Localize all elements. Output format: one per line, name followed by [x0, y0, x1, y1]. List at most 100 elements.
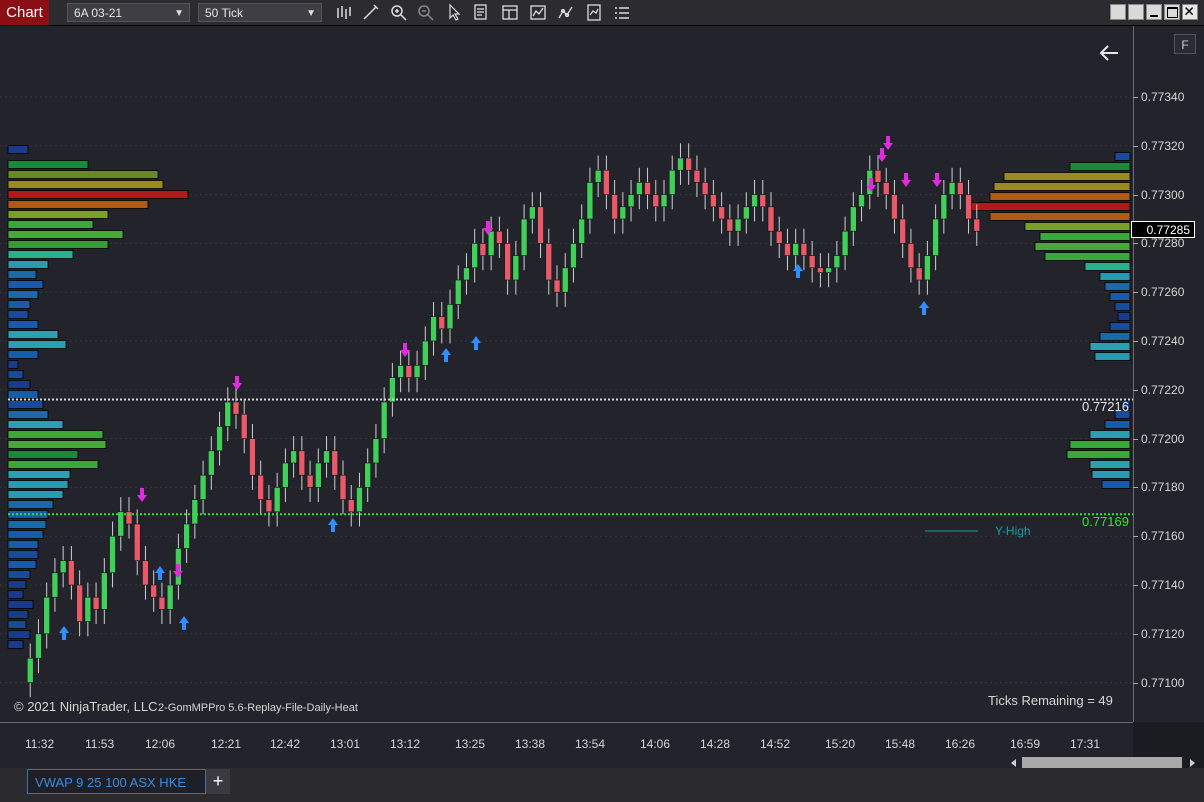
candle-body	[166, 584, 174, 610]
time-tick: 13:54	[575, 737, 606, 751]
time-tick: 16:26	[945, 737, 976, 751]
time-tick: 13:38	[515, 737, 546, 751]
sell-arrow-icon	[932, 173, 942, 187]
bar-type-icon[interactable]	[334, 3, 354, 22]
volume-profile-bar	[7, 530, 44, 539]
candle-body	[249, 438, 256, 476]
candle-body	[463, 267, 470, 281]
volume-profile-bar	[7, 340, 67, 349]
candle-body	[199, 474, 207, 500]
maximize-button[interactable]	[1164, 4, 1180, 20]
indicator-label: 2-GomMPPro 5.6-Replay-File-Daily-Heat	[158, 702, 358, 714]
left-arrow-icon[interactable]	[1098, 44, 1120, 62]
pointer-icon[interactable]	[444, 3, 464, 22]
candle-body	[660, 194, 668, 208]
period-selector[interactable]: 50 Tick ▼	[198, 3, 322, 22]
volume-profile-bar	[7, 440, 107, 449]
volume-profile-bar	[7, 580, 27, 589]
time-tick: 17:31	[1070, 737, 1101, 751]
candle-body	[51, 572, 59, 598]
price-tick-mark	[1133, 97, 1138, 98]
price-axis[interactable]	[1133, 26, 1204, 722]
ticks-remaining: Ticks Remaining = 49	[988, 693, 1113, 708]
candle-body	[372, 438, 380, 464]
candle-body	[471, 243, 478, 269]
candle-body	[570, 243, 577, 269]
volume-profile-bar	[1024, 222, 1131, 231]
volume-profile-bar	[7, 460, 99, 469]
candle-body	[487, 230, 495, 256]
buy-arrow-icon	[155, 566, 165, 580]
candle-body	[422, 340, 429, 366]
candle-body	[347, 499, 355, 513]
chart-trader-icon[interactable]	[500, 3, 520, 22]
candle-body	[520, 218, 528, 256]
sell-arrow-icon	[883, 136, 893, 150]
volume-profile-bar	[1069, 162, 1131, 171]
candle-body	[26, 657, 34, 683]
volume-profile-bar	[7, 260, 49, 269]
time-tick: 13:25	[455, 737, 486, 751]
time-tick: 14:28	[700, 737, 731, 751]
strategies-icon[interactable]	[556, 3, 576, 22]
candle-body	[35, 633, 42, 659]
volume-profile-bar	[7, 270, 37, 279]
volume-profile-bar	[7, 490, 64, 499]
volume-profile-bar	[7, 630, 31, 639]
candle-body	[273, 487, 281, 513]
chevron-down-icon: ▼	[174, 8, 184, 19]
white-line-price: 0.77216	[1082, 399, 1129, 414]
candle-body	[224, 401, 232, 427]
window-snap-button[interactable]	[1128, 4, 1144, 20]
volume-profile-bar	[7, 410, 49, 419]
volume-profile-bar	[7, 620, 27, 629]
volume-profile-bar	[1089, 342, 1131, 351]
volume-profile-bar	[7, 380, 31, 389]
price-chart[interactable]	[0, 26, 1133, 722]
candle-body	[603, 169, 610, 195]
sell-arrow-icon	[901, 173, 911, 187]
f-button[interactable]: F	[1174, 34, 1196, 54]
candle-body	[257, 474, 264, 500]
window-restore-button[interactable]	[1110, 4, 1126, 20]
volume-profile-bar	[7, 420, 64, 429]
volume-profile-bar	[7, 370, 24, 379]
properties-icon[interactable]	[612, 3, 632, 22]
volume-profile-bar	[969, 202, 1131, 211]
close-button[interactable]	[1182, 4, 1198, 20]
minimize-button[interactable]	[1146, 4, 1162, 20]
pencil-icon[interactable]	[361, 3, 381, 22]
volume-profile-bar	[7, 200, 149, 209]
volume-profile-bar	[1109, 292, 1131, 301]
volume-profile-bar	[7, 520, 47, 529]
data-box-icon[interactable]	[472, 3, 492, 22]
buy-arrow-icon	[441, 348, 451, 362]
candle-body	[858, 194, 865, 208]
candle-body	[413, 365, 421, 378]
candle-body	[751, 194, 758, 208]
candle-body	[668, 169, 676, 195]
candle-body	[545, 243, 553, 281]
volume-profile-bar	[7, 430, 104, 439]
chart-panel[interactable]: © 2021 NinjaTrader, LLC 2-GomMPPro 5.6-R…	[0, 26, 1133, 722]
candle-body	[512, 255, 520, 281]
volume-profile-bar	[1039, 232, 1131, 241]
zoom-out-icon[interactable]	[416, 3, 436, 22]
chart-tab-vwap[interactable]: VWAP 9 25 100 ASX HKE	[27, 769, 206, 794]
candle-body	[282, 462, 289, 488]
templates-icon[interactable]	[584, 3, 604, 22]
zoom-in-icon[interactable]	[389, 3, 409, 22]
instrument-selector[interactable]: 6A 03-21 ▼	[67, 3, 190, 22]
candle-body	[117, 511, 125, 537]
time-tick: 16:59	[1010, 737, 1041, 751]
volume-profile-bar	[7, 470, 71, 479]
candle-body	[59, 560, 67, 574]
candle-body	[701, 182, 709, 195]
add-tab-button[interactable]: +	[206, 769, 230, 794]
chart-tab[interactable]: Chart	[0, 0, 49, 25]
time-tick: 11:53	[85, 737, 115, 751]
candle-body	[315, 462, 322, 488]
indicators-icon[interactable]	[528, 3, 548, 22]
volume-profile-bar	[1104, 420, 1131, 429]
volume-profile-bar	[7, 500, 54, 509]
